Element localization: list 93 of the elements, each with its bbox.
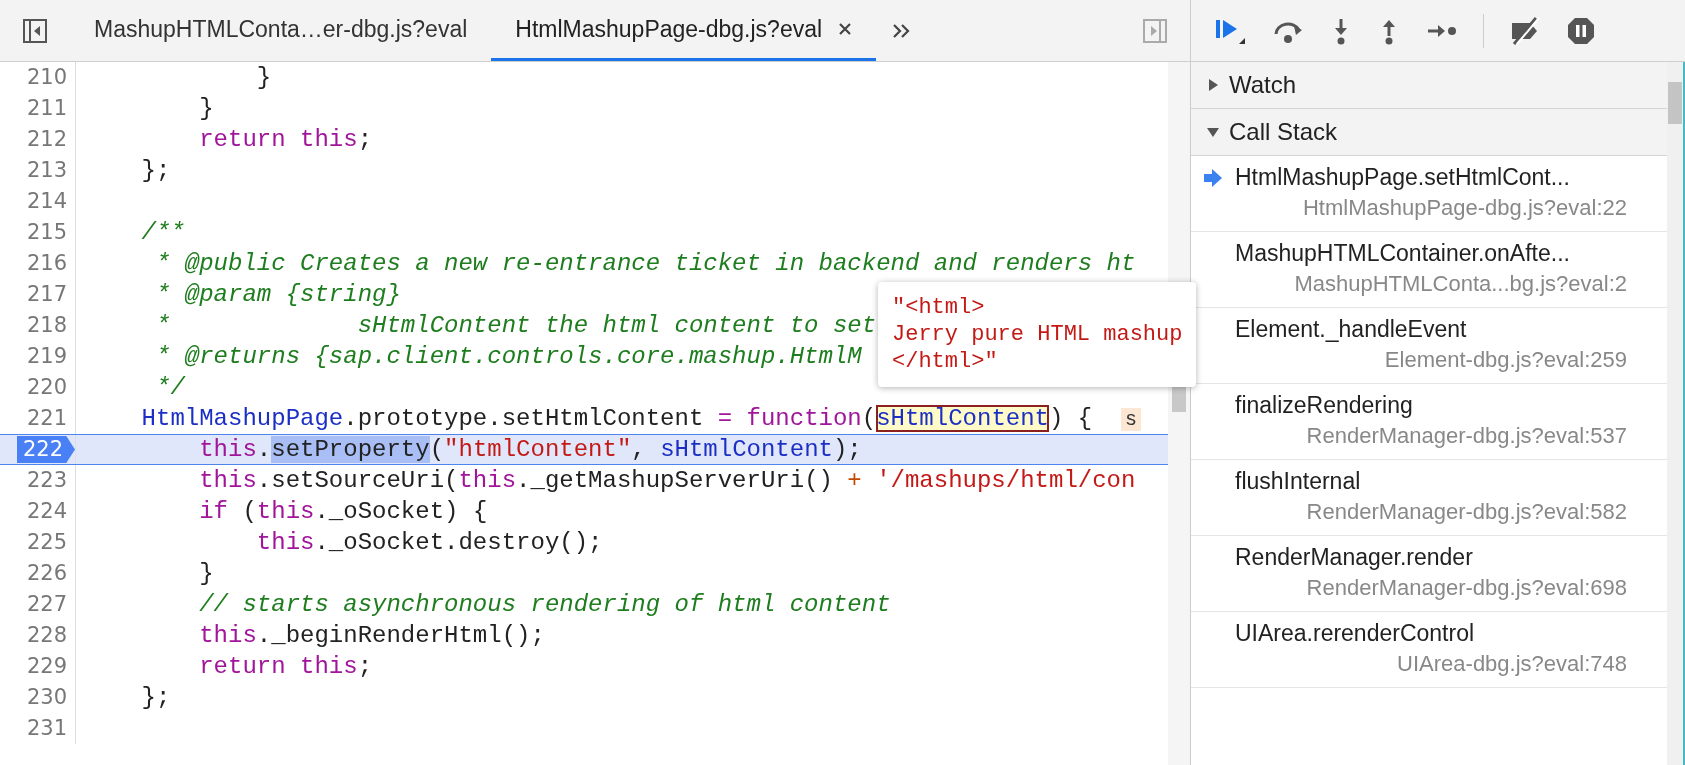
code-token: }; bbox=[140, 684, 171, 711]
file-tab[interactable]: HtmlMashupPage-dbg.js?eval bbox=[491, 0, 877, 61]
line-number[interactable]: 219 bbox=[26, 341, 67, 372]
line-number[interactable]: 218 bbox=[26, 310, 67, 341]
line-number[interactable]: 215 bbox=[26, 217, 67, 248]
code-token: HtmlMashupPage bbox=[140, 405, 344, 432]
code-token: // starts asynchronous rendering of html content bbox=[198, 591, 891, 618]
line-number[interactable]: 223 bbox=[26, 465, 67, 496]
code-token: ; bbox=[357, 126, 373, 153]
function-name: RenderManager.render bbox=[1235, 544, 1473, 571]
code-token: return this bbox=[198, 653, 358, 680]
line-number[interactable]: 230 bbox=[26, 682, 67, 713]
line-number[interactable]: 213 bbox=[26, 155, 67, 186]
function-name: HtmlMashupPage.setHtmlCont... bbox=[1235, 164, 1570, 191]
code-token: .prototype.setHtmlContent bbox=[343, 405, 705, 432]
code-token: * sHtmlContent the html content to set bbox=[155, 312, 877, 339]
source-location[interactable]: HtmlMashupPage-dbg.js?eval:22 bbox=[1302, 195, 1627, 220]
code-token: return this bbox=[198, 126, 358, 153]
line-number[interactable]: 211 bbox=[26, 93, 67, 124]
scrollbar-thumb[interactable] bbox=[1668, 82, 1682, 124]
breakpoint-marker[interactable]: 222 bbox=[16, 436, 75, 463]
source-location[interactable]: Element-dbg.js?eval:259 bbox=[1384, 347, 1627, 372]
tooltip-text: "<html> bbox=[892, 294, 986, 321]
code-token: ._getMashupServerUri() bbox=[516, 467, 834, 494]
code-token: ._oSocket.destroy(); bbox=[314, 529, 603, 556]
source-location[interactable]: RenderManager-dbg.js?eval:537 bbox=[1306, 423, 1627, 448]
line-number[interactable]: 226 bbox=[26, 558, 67, 589]
hovered-variable: sHtmlContent bbox=[876, 405, 1049, 432]
function-name: MashupHTMLContainer.onAfte... bbox=[1235, 240, 1570, 267]
function-name: Element._handleEvent bbox=[1235, 316, 1467, 343]
code-token: ; bbox=[357, 653, 373, 680]
function-name: flushInternal bbox=[1235, 468, 1361, 495]
code-token: } bbox=[255, 64, 272, 91]
file-tab[interactable]: MashupHTMLConta…er-dbg.js?eval bbox=[70, 0, 492, 61]
source-location[interactable]: RenderManager-dbg.js?eval:698 bbox=[1306, 575, 1627, 600]
code-token: this bbox=[256, 498, 315, 525]
code-token: this bbox=[198, 436, 257, 463]
code-token: ( bbox=[241, 498, 257, 525]
line-number[interactable]: 217 bbox=[26, 279, 67, 310]
line-number[interactable]: 214 bbox=[26, 186, 67, 217]
panel-toggle-icon[interactable] bbox=[22, 17, 48, 44]
code-token: * @public Creates a new re-entrance ticket in backend and renders ht bbox=[155, 250, 1136, 277]
line-number[interactable]: 212 bbox=[26, 124, 67, 155]
code-token: "htmlContent" bbox=[444, 436, 632, 463]
tooltip-text: Jerry pure HTML mashup bbox=[892, 321, 1183, 348]
code-token: .setSourceUri( bbox=[256, 467, 459, 494]
code-token: + bbox=[847, 467, 862, 494]
current-call-highlight: setProperty bbox=[271, 436, 430, 463]
code-token: this bbox=[198, 467, 257, 494]
code-token: this bbox=[198, 622, 257, 649]
section-title: Watch bbox=[1229, 71, 1297, 99]
line-number[interactable]: 225 bbox=[26, 527, 67, 558]
line-number[interactable]: 231 bbox=[26, 713, 67, 744]
code-token: ._beginRenderHtml(); bbox=[256, 622, 545, 649]
line-number[interactable]: 229 bbox=[26, 651, 67, 682]
source-location[interactable]: MashupHTMLConta...bg.js?eval:2 bbox=[1294, 271, 1627, 296]
function-name: finalizeRendering bbox=[1235, 392, 1413, 419]
line-number[interactable]: 210 bbox=[26, 62, 67, 93]
code-token: }; bbox=[140, 157, 171, 184]
tooltip-text: </html>" bbox=[892, 348, 999, 375]
code-token: ._oSocket) { bbox=[314, 498, 488, 525]
panel-toggle-icon[interactable] bbox=[1142, 17, 1168, 44]
inline-value-preview: s bbox=[1121, 408, 1141, 431]
code-token: * @returns {sap.client.controls.core.mashup.HtmlM bbox=[155, 343, 862, 370]
code-token: '/mashups/html/con bbox=[875, 467, 1136, 494]
code-token: this bbox=[255, 529, 315, 556]
section-title: Call Stack bbox=[1229, 118, 1338, 146]
pause-icon[interactable] bbox=[1566, 15, 1596, 46]
code-token: } bbox=[198, 95, 214, 122]
code-token: this bbox=[458, 467, 517, 494]
line-number[interactable]: 216 bbox=[26, 248, 67, 279]
source-location[interactable]: UIArea-dbg.js?eval:748 bbox=[1397, 651, 1627, 676]
code-token: sHtmlContent bbox=[660, 436, 833, 463]
line-number[interactable]: 227 bbox=[26, 589, 67, 620]
code-token: ); bbox=[832, 436, 862, 463]
code-token: } bbox=[198, 560, 214, 587]
line-number[interactable]: 228 bbox=[26, 620, 67, 651]
code-token: ) { bbox=[1049, 405, 1094, 432]
code-token: */ bbox=[155, 374, 185, 401]
code-token: ( bbox=[861, 405, 877, 432]
code-token: if bbox=[198, 498, 229, 525]
line-number[interactable]: 221 bbox=[26, 403, 67, 434]
code-token: = function bbox=[717, 405, 862, 432]
line-number[interactable]: 220 bbox=[26, 372, 67, 403]
line-number[interactable]: 224 bbox=[26, 496, 67, 527]
code-token: . bbox=[256, 436, 272, 463]
close-icon[interactable] bbox=[838, 22, 853, 36]
source-location[interactable]: RenderManager-dbg.js?eval:582 bbox=[1306, 499, 1627, 524]
code-token: , bbox=[631, 436, 647, 463]
code-token: /** bbox=[140, 219, 185, 246]
code-token: * @param {string} bbox=[155, 281, 401, 308]
code-token: ( bbox=[429, 436, 445, 463]
function-name: UIArea.rerenderControl bbox=[1235, 620, 1475, 647]
